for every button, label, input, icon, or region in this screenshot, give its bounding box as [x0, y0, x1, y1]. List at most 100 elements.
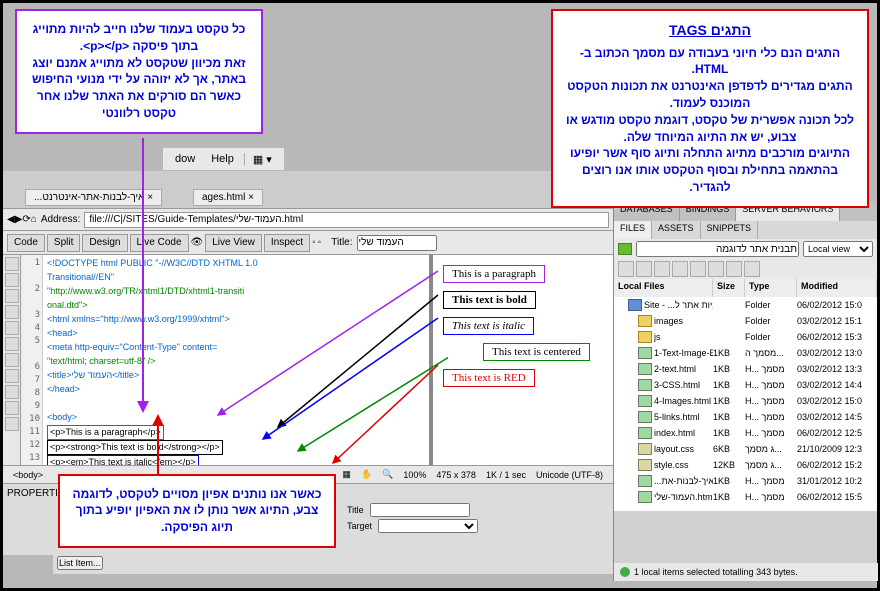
side-panels: DATABASES BINDINGS SERVER BEHAVIORS FILE…	[613, 201, 877, 581]
site-folder-icon	[618, 243, 632, 255]
tool-icon[interactable]	[5, 289, 19, 303]
tool-icon[interactable]	[726, 261, 742, 277]
expand-icon[interactable]	[708, 261, 724, 277]
tab-snippets[interactable]: SNIPPETS	[701, 221, 759, 239]
inspect-button[interactable]: Inspect	[264, 234, 310, 252]
address-input[interactable]	[84, 212, 609, 228]
close-icon[interactable]: ×	[147, 192, 153, 203]
refresh-icon[interactable]	[636, 261, 652, 277]
get-icon[interactable]	[654, 261, 670, 277]
home-icon[interactable]: ⌂	[31, 214, 37, 225]
file-date: 21/10/2009 12:3	[797, 444, 877, 454]
code-button[interactable]: Code	[7, 234, 45, 252]
file-row[interactable]: layout.css 6KB ג מסמך... 21/10/2009 12:3	[614, 441, 877, 457]
file-name: 1-Text-Image-Ba...	[654, 348, 713, 358]
design-button[interactable]: Design	[82, 234, 127, 252]
tab-assets[interactable]: ASSETS	[652, 221, 701, 239]
tab-files[interactable]: FILES	[614, 221, 652, 239]
html-icon	[638, 411, 652, 423]
file-row[interactable]: images Folder 03/02/2012 15:1	[614, 313, 877, 329]
folder-icon	[638, 331, 652, 343]
tool-icon[interactable]	[5, 337, 19, 351]
tool-icon[interactable]	[5, 321, 19, 335]
tag-selector[interactable]: <body>	[13, 470, 43, 480]
file-type: H... מסמך	[745, 364, 797, 374]
file-row[interactable]: העמוד-שלי.html 1KB H... מסמך 06/02/2012 …	[614, 489, 877, 505]
tab-document-2[interactable]: ages.html ×	[193, 189, 263, 206]
line-numbers: 12345678910111213141516	[21, 255, 43, 465]
code-line-paragraph: <p>This is a paragraph</p>	[47, 425, 164, 440]
put-icon[interactable]	[672, 261, 688, 277]
hand-icon[interactable]: ✋	[361, 469, 372, 480]
title-input[interactable]	[370, 503, 470, 517]
file-name: העמוד-שלי.html	[654, 492, 713, 502]
tool-icon[interactable]	[5, 369, 19, 383]
file-size: 1KB	[713, 476, 745, 486]
menu-help[interactable]: Help	[205, 153, 240, 165]
view-select[interactable]: Local view	[803, 241, 873, 257]
css-icon	[638, 443, 652, 455]
livecode-button[interactable]: Live Code	[130, 234, 189, 252]
menu-bar: dow Help ▦ ▾	[163, 148, 284, 170]
tool-icon[interactable]	[744, 261, 760, 277]
tool-icon[interactable]: ◦	[312, 237, 316, 248]
back-icon[interactable]: ◀	[7, 214, 15, 225]
split-button[interactable]: Split	[47, 234, 80, 252]
file-size: 12KB	[713, 460, 745, 470]
file-row[interactable]: Site - ...תבניות אתר ל Folder 06/02/2012…	[614, 297, 877, 313]
file-row[interactable]: ...איך-לבנות-את 1KB H... מסמך 31/01/2012…	[614, 473, 877, 489]
tool-icon[interactable]: ◦	[318, 237, 322, 248]
layout-icon[interactable]: ▦ ▾	[244, 153, 278, 166]
col-date[interactable]: Modified	[797, 279, 877, 297]
connect-icon[interactable]	[618, 261, 634, 277]
menu-window[interactable]: dow	[169, 153, 201, 165]
file-row[interactable]: 3-CSS.html 1KB H... מסמך 03/02/2012 14:4	[614, 377, 877, 393]
file-date: 03/02/2012 15:1	[797, 316, 877, 326]
file-name: style.css	[654, 460, 713, 470]
tool-icon[interactable]	[5, 257, 19, 271]
tool-icon[interactable]	[5, 305, 19, 319]
file-row[interactable]: js Folder 06/02/2012 15:3	[614, 329, 877, 345]
col-size[interactable]: Size	[713, 279, 745, 297]
zoom-level[interactable]: 100%	[403, 470, 426, 480]
file-row[interactable]: index.html 1KB H... מסמך 06/02/2012 12:5	[614, 425, 877, 441]
tab-document-1[interactable]: ...איך-לבנות-אתר-אינטרנט ×	[25, 189, 162, 206]
file-row[interactable]: style.css 12KB ג מסמך... 06/02/2012 15:2	[614, 457, 877, 473]
file-date: 06/02/2012 15:2	[797, 460, 877, 470]
inspect-icon[interactable]: 👁	[191, 237, 204, 248]
close-icon[interactable]: ×	[248, 192, 254, 203]
file-row[interactable]: 1-Text-Image-Ba... 1KB מסמך ה... 03/02/2…	[614, 345, 877, 361]
tool-icon[interactable]	[5, 401, 19, 415]
tool-icon[interactable]	[5, 417, 19, 431]
preview-bold: This text is bold	[443, 291, 536, 309]
code-editor[interactable]: <!DOCTYPE html PUBLIC "-//W3C//DTD XHTML…	[43, 255, 429, 465]
design-view: This is a paragraph This text is bold Th…	[433, 255, 613, 465]
site-name-input[interactable]	[636, 241, 799, 257]
file-row[interactable]: 4-Images.html 1KB H... מסמך 03/02/2012 1…	[614, 393, 877, 409]
file-date: 06/02/2012 15:5	[797, 492, 877, 502]
refresh-icon[interactable]: ⟳	[22, 214, 30, 225]
title-input[interactable]	[357, 235, 437, 251]
list-item-button[interactable]: List Item...	[57, 556, 103, 570]
col-name[interactable]: Local Files	[614, 279, 713, 297]
status-dot-icon	[620, 567, 630, 577]
pointer-icon[interactable]: ▦	[342, 469, 351, 480]
site-selector-row: Local view	[614, 239, 877, 259]
html-icon	[638, 379, 652, 391]
tool-icon[interactable]	[5, 353, 19, 367]
tool-icon[interactable]	[5, 273, 19, 287]
forward-icon[interactable]: ▶	[15, 214, 23, 225]
zoom-icon[interactable]: 🔍	[382, 469, 393, 480]
liveview-button[interactable]: Live View	[205, 234, 262, 252]
target-select[interactable]	[378, 519, 478, 533]
col-type[interactable]: Type	[745, 279, 797, 297]
file-size: 6KB	[713, 444, 745, 454]
file-date: 06/02/2012 15:3	[797, 332, 877, 342]
file-name: 4-Images.html	[654, 396, 713, 406]
file-row[interactable]: 5-links.html 1KB H... מסמך 03/02/2012 14…	[614, 409, 877, 425]
address-label: Address:	[41, 214, 80, 225]
file-type: ג מסמך...	[745, 460, 797, 470]
tool-icon[interactable]	[5, 385, 19, 399]
file-row[interactable]: 2-text.html 1KB H... מסמך 03/02/2012 13:…	[614, 361, 877, 377]
sync-icon[interactable]	[690, 261, 706, 277]
